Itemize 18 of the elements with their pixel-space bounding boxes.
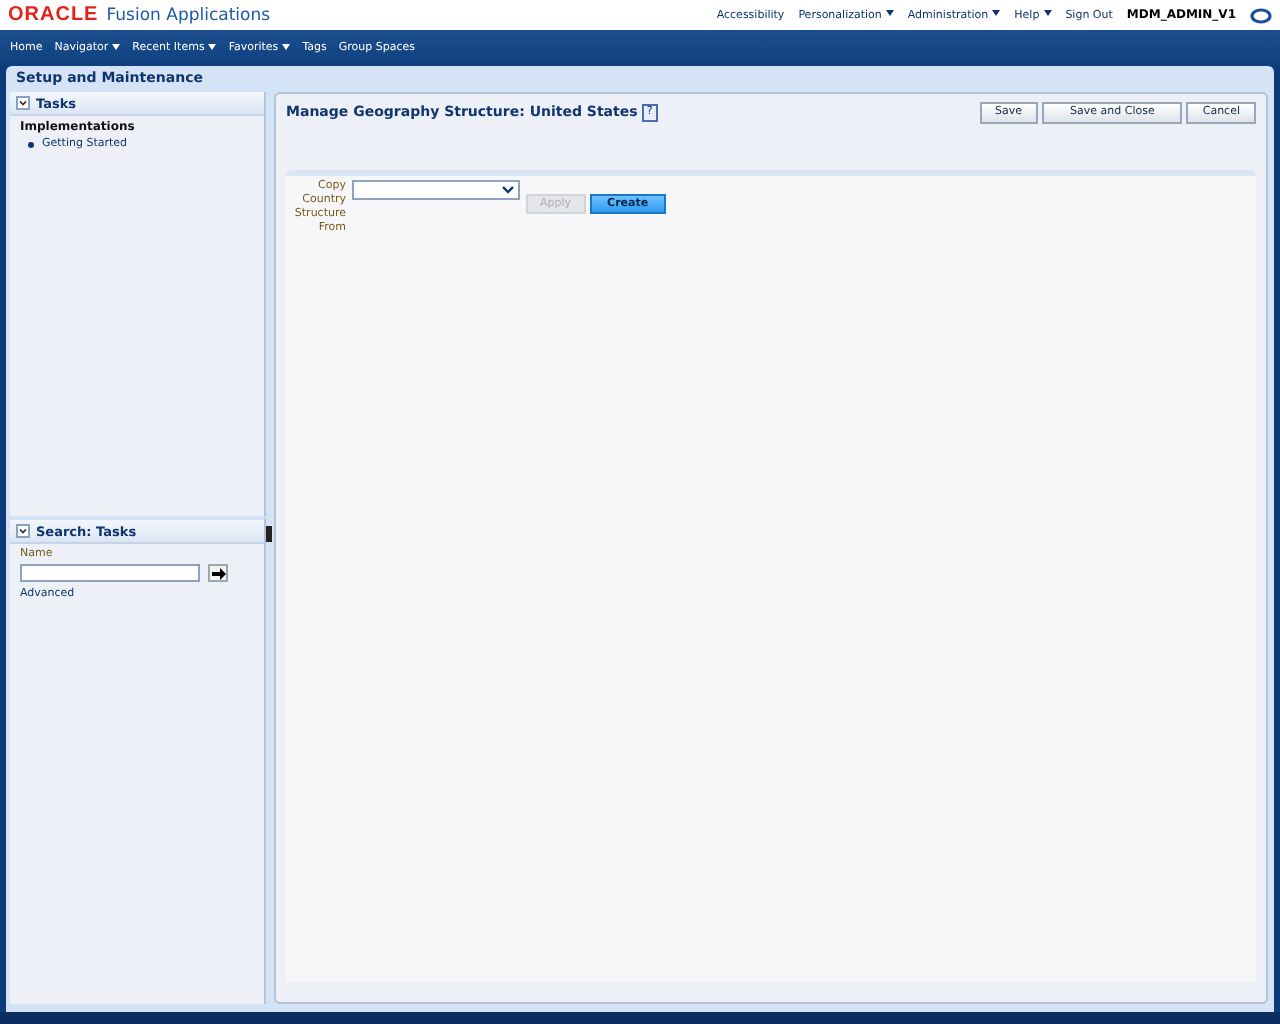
oracle-logo: ORACLE: [8, 4, 99, 26]
search-field[interactable]: [20, 564, 200, 582]
bullet-icon: [28, 141, 34, 147]
splitter-handle[interactable]: [266, 526, 272, 542]
caret-icon: [208, 43, 217, 50]
caret-icon: [112, 43, 121, 50]
collapse-icon[interactable]: [16, 524, 30, 538]
product-name: Fusion Applications: [106, 5, 271, 25]
country-dropdown[interactable]: [352, 180, 520, 200]
collapse-icon[interactable]: [16, 96, 30, 110]
caret-icon: [282, 43, 291, 50]
caret-icon: [992, 10, 1001, 17]
search-button[interactable]: [208, 564, 228, 582]
oracle-ring-icon: [1250, 7, 1272, 23]
caret-icon: [885, 10, 894, 17]
arrow-icon: [211, 567, 225, 579]
chevron-icon: [502, 186, 514, 194]
caret-icon: [1043, 10, 1052, 17]
